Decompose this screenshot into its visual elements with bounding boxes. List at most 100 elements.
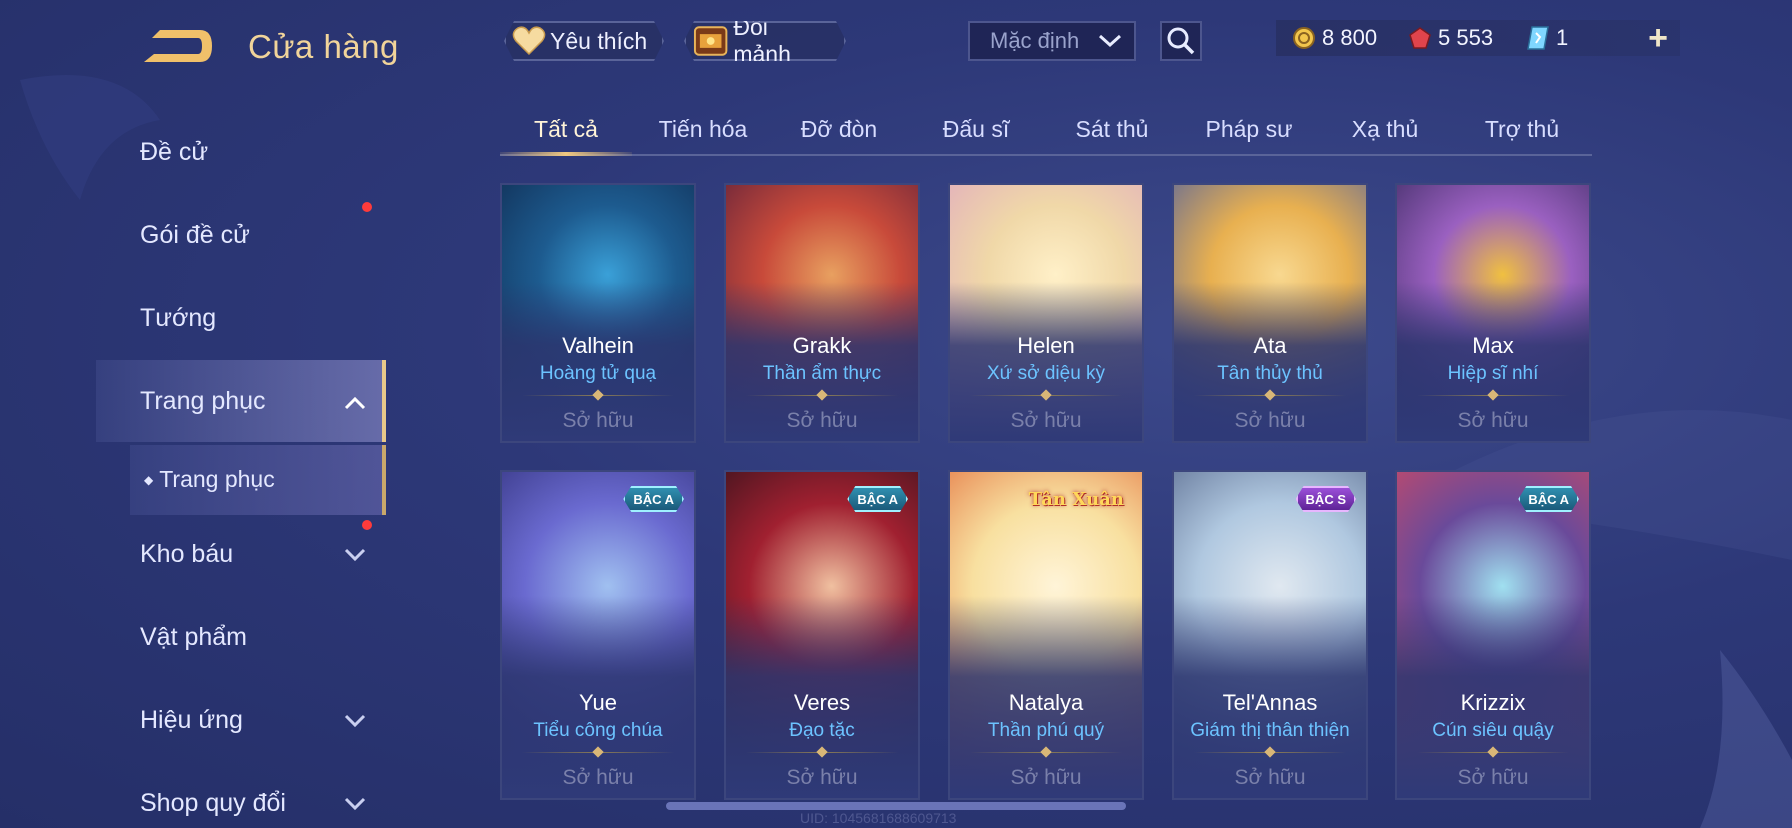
active-tab-indicator <box>500 152 632 156</box>
sidebar-item-effects[interactable]: Hiệu ứng <box>140 706 243 735</box>
search-icon <box>1167 27 1195 55</box>
exchange-fragments-button[interactable]: Đổi mảnh <box>684 21 846 61</box>
hero-name: Yue <box>579 690 617 715</box>
sidebar: Đề cử Gói đề cử Tướng Trang phục ◆ Trang… <box>0 100 386 828</box>
tab-support[interactable]: Trợ thủ <box>1456 116 1588 143</box>
sidebar-item-recommended[interactable]: Đề cử <box>140 138 208 167</box>
owned-status: Sở hữu <box>562 409 634 432</box>
skin-name: Đạo tặc <box>789 720 855 741</box>
owned-status: Sở hữu <box>1010 409 1082 432</box>
tier-badge: BẬC A <box>847 486 908 512</box>
gold-coin-icon <box>1293 27 1315 49</box>
chevron-up-icon <box>344 396 366 410</box>
skin-name: Thần ẩm thực <box>762 363 882 384</box>
owned-status: Sở hữu <box>1234 766 1306 789</box>
owned-status: Sở hữu <box>1010 766 1082 789</box>
plus-icon: + <box>1648 18 1668 57</box>
skin-name: Tiểu công chúa <box>533 720 663 741</box>
sidebar-item-heroes[interactable]: Tướng <box>140 304 216 333</box>
owned-status: Sở hữu <box>786 409 858 432</box>
owned-status: Sở hữu <box>562 766 634 789</box>
sort-select-value: Mặc định <box>990 28 1080 53</box>
currency-bar: 8 800 5 553 1 + <box>1276 18 1680 57</box>
tier-badge: BẬC S <box>1296 486 1356 512</box>
hero-name: Veres <box>793 690 851 715</box>
hero-name: Ata <box>1253 333 1287 358</box>
skin-name: Hiệp sĩ nhí <box>1447 363 1539 384</box>
skin-name: Hoàng tử quạ <box>539 363 657 384</box>
skin-card[interactable]: Helen Xứ sở diệu kỳ Sở hữu <box>948 183 1144 443</box>
ruby-balance: 5 553 <box>1408 25 1493 51</box>
skin-card[interactable]: BẬC A Veres Đạo tặc Sở hữu <box>724 470 920 800</box>
owned-status: Sở hữu <box>786 766 858 789</box>
skin-name: Cún siêu quậy <box>1432 720 1554 741</box>
notification-dot <box>362 202 372 212</box>
ruby-amount: 5 553 <box>1438 25 1494 50</box>
favorites-button[interactable]: Yêu thích <box>504 21 664 61</box>
heart-icon <box>512 26 546 56</box>
sidebar-subitem-skins[interactable]: ◆ Trang phục <box>144 466 275 493</box>
sidebar-item-items[interactable]: Vật phẩm <box>140 623 247 652</box>
hero-name: Helen <box>1017 333 1075 358</box>
skin-card[interactable]: Ata Tân thủy thủ Sở hữu <box>1172 183 1368 443</box>
gold-amount: 8 800 <box>1322 25 1378 50</box>
page-title: Cửa hàng <box>248 28 399 65</box>
user-id-watermark: UID: 1045681688609713 <box>800 810 957 826</box>
chevron-down-icon <box>344 797 366 811</box>
search-button[interactable] <box>1160 21 1202 61</box>
chevron-down-icon <box>344 548 366 562</box>
skin-card[interactable]: BẬC S Tel'Annas Giám thị thân thiện Sở hữu <box>1172 470 1368 800</box>
sort-select[interactable]: Mặc định <box>968 21 1136 61</box>
tab-tank[interactable]: Đỡ đòn <box>773 116 905 143</box>
chevron-down-icon <box>344 714 366 728</box>
skin-name: Thần phú quý <box>987 720 1105 741</box>
voucher-amount: 1 <box>1556 25 1569 50</box>
tab-evolution[interactable]: Tiến hóa <box>637 116 769 143</box>
skin-card[interactable]: Valhein Hoàng tử quạ Sở hữu <box>500 183 696 443</box>
tab-mage[interactable]: Pháp sư <box>1183 116 1315 143</box>
hero-name: Krizzix <box>1460 690 1526 715</box>
owned-status: Sở hữu <box>1457 766 1529 789</box>
tab-fighter[interactable]: Đấu sĩ <box>910 116 1042 143</box>
owned-status: Sở hữu <box>1234 409 1306 432</box>
treasure-chest-icon <box>692 24 729 58</box>
sidebar-item-recommended-bundles[interactable]: Gói đề cử <box>140 221 250 250</box>
exchange-label: Đổi mảnh <box>733 14 791 67</box>
category-tabs: Tất cả Tiến hóa Đỡ đòn Đấu sĩ Sát thủ Ph… <box>500 108 1592 158</box>
sidebar-item-treasure[interactable]: Kho báu <box>140 540 233 569</box>
skin-card[interactable]: BẬC A Yue Tiểu công chúa Sở hữu <box>500 470 696 800</box>
gold-balance: 8 800 <box>1292 25 1377 51</box>
ruby-icon <box>1409 27 1431 49</box>
hero-name: Max <box>1472 333 1514 358</box>
sidebar-item-skins[interactable]: Trang phục <box>140 387 266 416</box>
sidebar-item-exchange-shop[interactable]: Shop quy đổi <box>140 789 286 818</box>
diamond-bullet-icon: ◆ <box>144 473 154 487</box>
hero-name: Grakk <box>792 333 852 358</box>
hero-name: Valhein <box>562 333 634 358</box>
skin-card[interactable]: Max Hiệp sĩ nhí Sở hữu <box>1395 183 1591 443</box>
owned-status: Sở hữu <box>1457 409 1529 432</box>
tab-marksman[interactable]: Xạ thủ <box>1319 116 1451 143</box>
chevron-down-icon <box>1098 34 1122 48</box>
tier-badge: BẬC A <box>1518 486 1579 512</box>
tier-badge: Tân Xuân <box>1028 488 1124 510</box>
tab-all[interactable]: Tất cả <box>500 116 632 143</box>
horizontal-scrollbar[interactable] <box>666 802 1126 810</box>
tabs-divider <box>500 154 1592 156</box>
voucher-balance: 1 <box>1526 25 1568 51</box>
skin-card[interactable]: Grakk Thần ẩm thực Sở hữu <box>724 183 920 443</box>
add-currency-button[interactable]: + <box>1640 18 1676 57</box>
hero-name: Tel'Annas <box>1222 690 1318 715</box>
skin-name: Giám thị thân thiện <box>1190 720 1350 741</box>
skin-card[interactable]: BẬC A Krizzix Cún siêu quậy Sở hữu <box>1395 470 1591 800</box>
favorites-label: Yêu thích <box>550 27 648 54</box>
tab-assassin[interactable]: Sát thủ <box>1046 116 1178 143</box>
notification-dot <box>362 520 372 530</box>
back-arrow-icon <box>144 30 212 62</box>
back-button[interactable] <box>140 26 216 66</box>
hero-name: Natalya <box>1008 690 1084 715</box>
voucher-icon <box>1527 26 1549 50</box>
skin-name: Tân thủy thủ <box>1217 363 1323 384</box>
skin-card[interactable]: Tân Xuân Natalya Thần phú quý Sở hữu <box>948 470 1144 800</box>
tier-badge: BẬC A <box>623 486 684 512</box>
